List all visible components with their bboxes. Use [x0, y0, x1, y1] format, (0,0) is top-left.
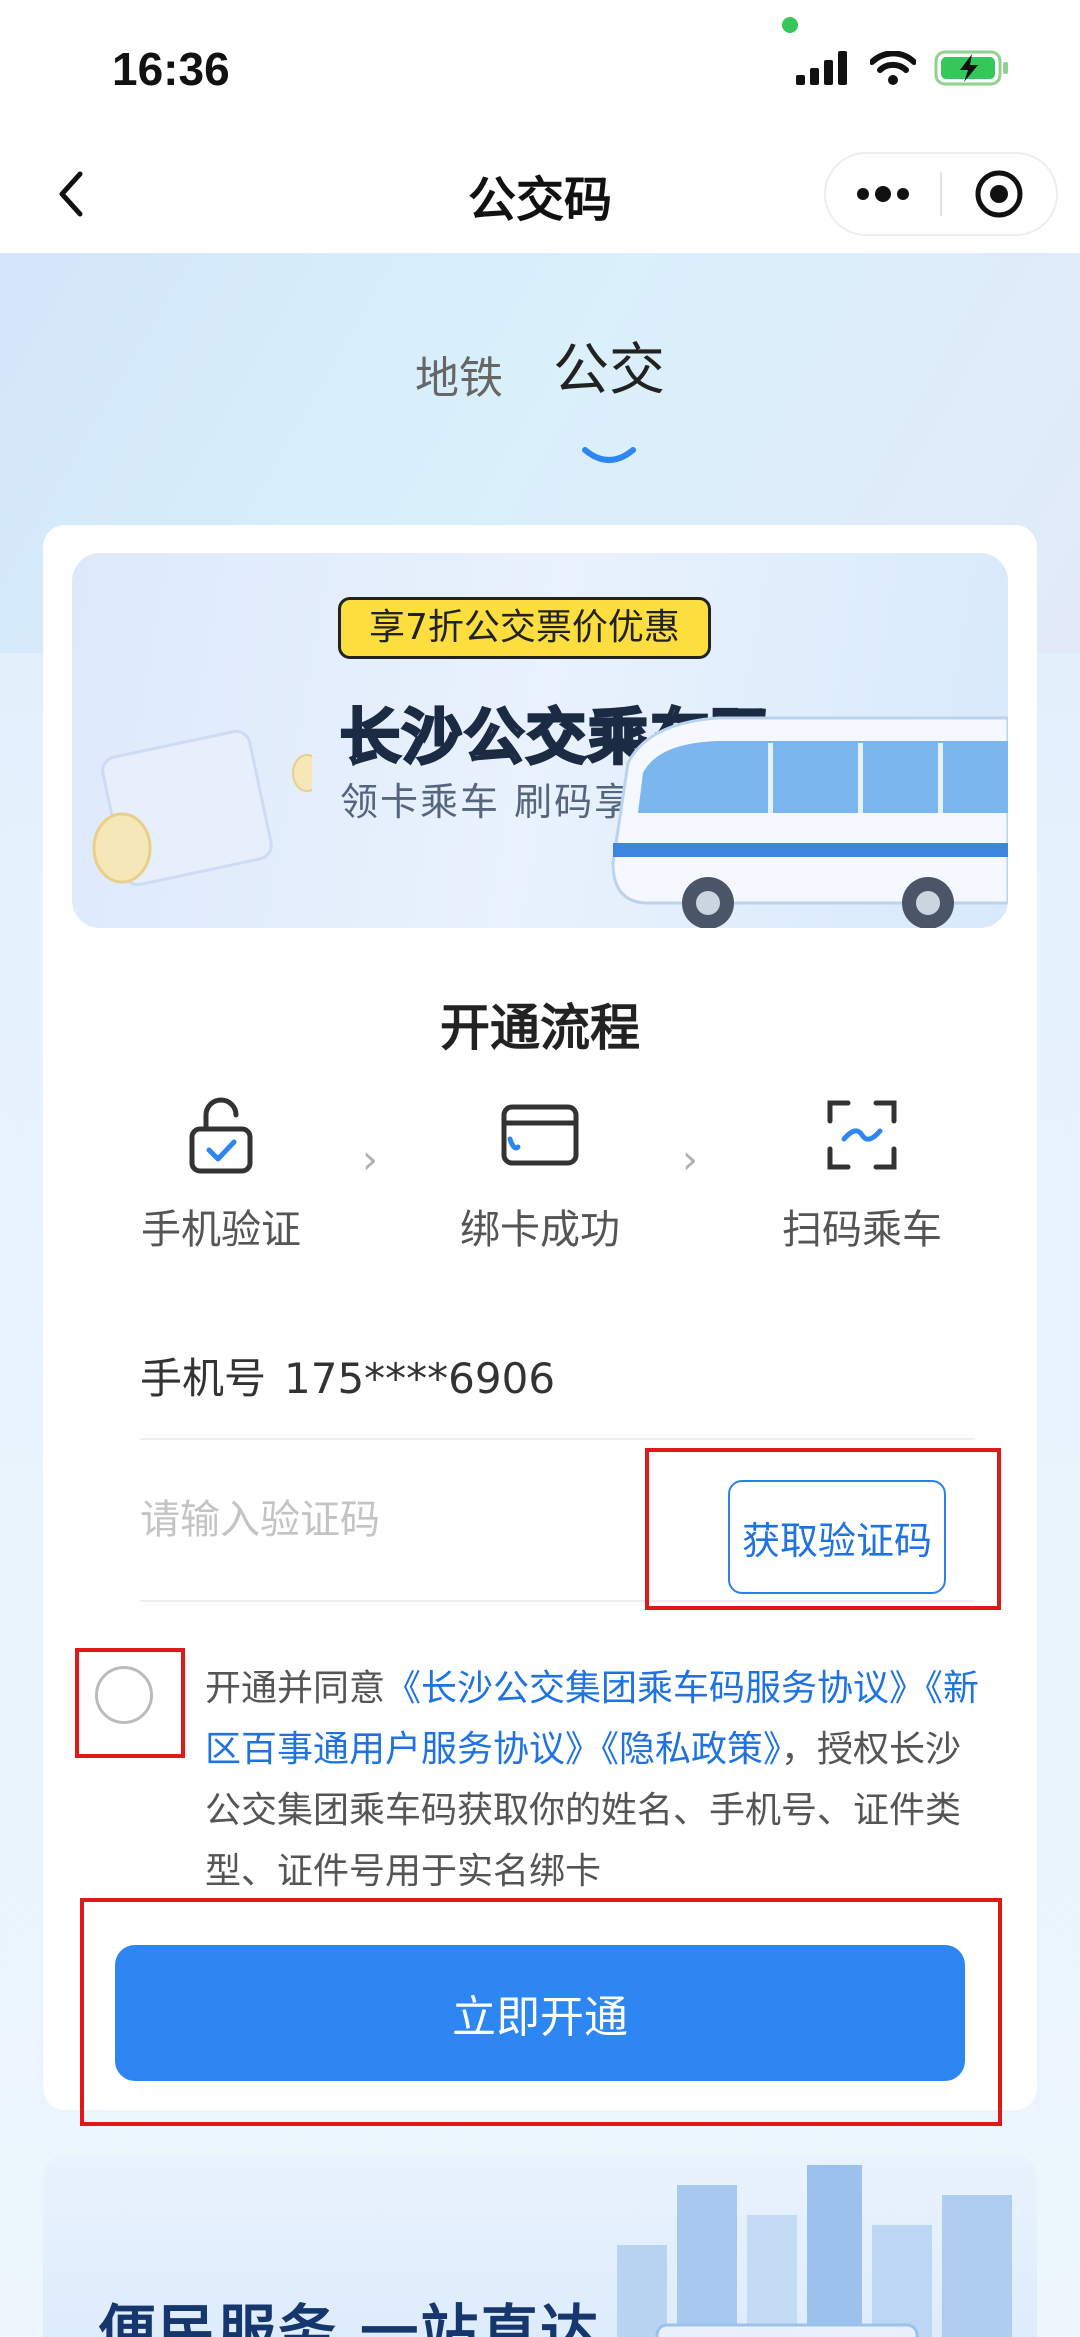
status-bar: 16:36	[0, 0, 1080, 135]
target-close-icon	[975, 170, 1023, 218]
status-icons	[796, 50, 1010, 86]
verification-code-input[interactable]	[140, 1490, 640, 1550]
banner-title-main: 长沙公交	[339, 702, 588, 775]
agreement-text: 开通并同意《长沙公交集团乘车码服务协议》《新区百事通用户服务协议》《隐私政策》，…	[205, 1658, 980, 1902]
phone-row: 手机号 175****6906	[140, 1345, 975, 1440]
wifi-icon	[870, 51, 916, 85]
step-scan-ride: 扫码乘车	[742, 1095, 982, 1255]
process-title: 开通流程	[440, 999, 640, 1057]
service-agreement-link[interactable]: 《长沙公交集团乘车码服务协议》	[385, 1668, 925, 1709]
tab-bus-label: 公交	[553, 338, 665, 403]
highlight-box-activate	[80, 1898, 1002, 2126]
card-icon	[501, 1104, 579, 1166]
mini-program-capsule	[824, 152, 1058, 236]
chevron-right-icon: ›	[362, 1137, 378, 1183]
phone-value: 175****6906	[284, 1354, 556, 1403]
step-label: 手机验证	[141, 1207, 301, 1253]
phone-label: 手机号	[140, 1354, 267, 1403]
service-title: 便民服务 一站直达	[98, 2298, 601, 2337]
step-label: 扫码乘车	[782, 1207, 942, 1253]
scan-icon	[827, 1100, 897, 1170]
highlight-box-radio	[75, 1648, 185, 1758]
privacy-policy-link[interactable]: 《隐私政策》	[601, 1729, 781, 1770]
step-phone-verify: 手机验证	[101, 1095, 341, 1255]
unlock-check-icon	[189, 1097, 253, 1174]
more-dots-icon	[857, 186, 910, 202]
cellular-signal-icon	[796, 51, 847, 85]
step-label: 绑卡成功	[460, 1207, 620, 1253]
promo-tag: 享7折公交票价优惠	[338, 597, 711, 659]
city-skyline-illustration	[617, 2165, 1012, 2337]
service-card: 便民服务 一站直达	[43, 2155, 1037, 2337]
nav-bar: 公交码	[0, 135, 1080, 253]
battery-charging-icon	[934, 50, 1008, 86]
process-steps: 手机验证 › 绑卡成功 › 扫码乘车	[72, 1095, 1008, 1265]
step-bind-card: 绑卡成功	[420, 1095, 660, 1255]
tab-metro[interactable]: 地铁	[415, 342, 503, 406]
status-time: 16:36	[112, 43, 230, 95]
tab-bus[interactable]: 公交	[553, 325, 665, 463]
bus-illustration	[611, 716, 1008, 928]
promo-banner[interactable]: 享7折公交票价优惠 长沙公交乘车码 领卡乘车 刷码享优惠	[72, 553, 1008, 928]
active-tab-indicator	[582, 447, 636, 463]
close-mini-program-button[interactable]	[942, 152, 1056, 236]
ticket-coins-illustration	[92, 729, 312, 887]
transit-tabs: 地铁 公交	[0, 325, 1080, 463]
privacy-indicator-dot	[782, 17, 798, 33]
highlight-box-get-code	[645, 1448, 1001, 1610]
agreement-prefix: 开通并同意	[205, 1668, 386, 1709]
more-button[interactable]	[826, 152, 940, 236]
chevron-right-icon: ›	[682, 1137, 698, 1183]
